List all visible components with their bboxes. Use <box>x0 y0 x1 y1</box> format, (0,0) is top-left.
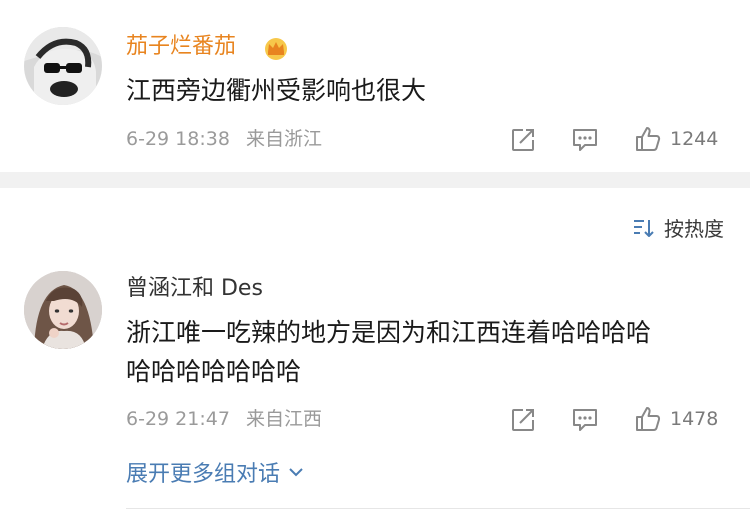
like-count: 1478 <box>670 408 719 430</box>
comment-location: 来自江西 <box>245 408 322 430</box>
avatar-image <box>24 271 102 349</box>
comment-time: 6-29 18:38 <box>126 128 230 150</box>
reply-icon <box>573 129 597 151</box>
avatar[interactable] <box>24 271 102 349</box>
expand-conversation-link[interactable]: 展开更多组对话 <box>126 456 304 488</box>
comment-text: 江西旁边衢州受影响也很大 <box>126 76 427 105</box>
username[interactable]: 茄子烂番茄 <box>126 32 236 62</box>
share-icon <box>512 409 534 431</box>
reply-button[interactable] <box>571 407 599 433</box>
avatar-image <box>24 27 102 105</box>
sort-button[interactable]: 按热度 <box>632 213 724 242</box>
comment-2: 按热度 曾涵江和 Des 浙江唯一吃辣的地方是因为和江西连着哈哈哈哈 哈哈哈哈哈… <box>0 188 750 520</box>
crown-badge-icon <box>262 36 290 60</box>
like-button[interactable]: 1478 <box>634 405 718 433</box>
share-icon <box>512 129 534 151</box>
sort-label: 按热度 <box>664 217 724 241</box>
reply-button[interactable] <box>571 127 599 153</box>
divider <box>126 508 750 509</box>
expand-label: 展开更多组对话 <box>126 462 281 487</box>
comment-text-line-1: 浙江唯一吃辣的地方是因为和江西连着哈哈哈哈 <box>126 318 652 347</box>
comment-meta: 6-29 21:47 来自江西 <box>126 406 322 432</box>
comment-1: 茄子烂番茄 江西旁边衢州受影响也很大 6-29 18:38 来自浙江 1244 <box>0 0 750 172</box>
like-icon <box>636 407 661 431</box>
reply-icon <box>573 409 597 431</box>
share-button[interactable] <box>510 127 536 153</box>
avatar[interactable] <box>24 27 102 105</box>
comment-location: 来自浙江 <box>245 128 322 150</box>
sort-icon <box>634 219 654 237</box>
comment-time: 6-29 21:47 <box>126 408 230 430</box>
chevron-down-icon <box>289 468 303 477</box>
like-icon <box>636 127 661 151</box>
username[interactable]: 曾涵江和 Des <box>126 274 263 304</box>
comment-text-line-2: 哈哈哈哈哈哈哈 <box>126 357 302 386</box>
comment-meta: 6-29 18:38 来自浙江 <box>126 126 322 152</box>
like-button[interactable]: 1244 <box>634 125 718 153</box>
like-count: 1244 <box>670 128 719 150</box>
section-separator <box>0 172 750 188</box>
share-button[interactable] <box>510 407 536 433</box>
